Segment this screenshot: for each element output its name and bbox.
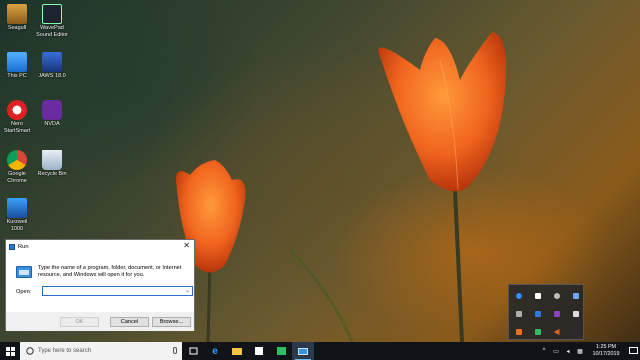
desktop-icon-nero[interactable]: Nero StartSmart bbox=[0, 100, 34, 134]
recycle-bin-icon bbox=[42, 150, 62, 170]
system-tray: ^ ▭ ◂ ▦ 1:25 PM 10/17/2019 bbox=[538, 342, 640, 360]
nvda-icon bbox=[42, 100, 62, 120]
task-view-button[interactable] bbox=[182, 342, 204, 360]
open-input[interactable] bbox=[42, 286, 193, 296]
clock-date: 10/17/2019 bbox=[592, 351, 620, 357]
store-icon bbox=[255, 347, 263, 355]
cloud-icon[interactable] bbox=[547, 287, 566, 305]
keyboard-icon[interactable]: ▦ bbox=[574, 342, 586, 360]
folder-icon bbox=[232, 347, 242, 355]
desktop-icon-wavepad[interactable]: WavePad Sound Editor bbox=[35, 4, 69, 38]
shield-icon[interactable] bbox=[528, 287, 547, 305]
action-center-button[interactable] bbox=[626, 342, 640, 360]
open-label: Open: bbox=[16, 289, 32, 295]
desktop-icon-nvda[interactable]: NVDA bbox=[35, 100, 69, 128]
edge-icon: e bbox=[212, 345, 218, 357]
chrome-icon bbox=[7, 150, 27, 170]
desktop-icon-this-pc[interactable]: This PC bbox=[0, 52, 34, 80]
network-icon[interactable]: ▭ bbox=[550, 342, 562, 360]
run-app-icon bbox=[9, 244, 15, 250]
run-taskbar-button[interactable] bbox=[292, 342, 314, 360]
dropbox-icon[interactable] bbox=[528, 305, 547, 323]
green-app-icon bbox=[276, 347, 286, 355]
run-program-icon bbox=[16, 266, 32, 278]
speaker-icon[interactable] bbox=[547, 323, 566, 341]
ok-button[interactable]: OK bbox=[60, 317, 99, 327]
run-title-bar[interactable]: Run bbox=[9, 242, 29, 252]
run-dialog: Run ✕ Type the name of a program, folder… bbox=[5, 239, 195, 331]
chevron-down-icon[interactable]: ⌄ bbox=[185, 287, 190, 294]
volume-icon[interactable]: ◂ bbox=[562, 342, 574, 360]
store-button[interactable] bbox=[248, 342, 270, 360]
desktop-icon-seagull[interactable]: Seagull bbox=[0, 4, 34, 32]
windows-logo-icon bbox=[5, 346, 15, 356]
search-box[interactable]: Type here to search bbox=[20, 342, 182, 360]
run-app-icon bbox=[298, 347, 308, 355]
monitor-icon[interactable] bbox=[566, 287, 585, 305]
nero-icon bbox=[7, 100, 27, 120]
run-description: Type the name of a program, folder, docu… bbox=[38, 265, 182, 278]
clock[interactable]: 1:25 PM 10/17/2019 bbox=[586, 344, 626, 358]
desktop-icon-chrome[interactable]: Google Chrome bbox=[0, 150, 34, 184]
cancel-button[interactable]: Cancel bbox=[110, 317, 149, 327]
microphone-icon[interactable] bbox=[173, 347, 177, 354]
desktop-icon-jaws[interactable]: JAWS 18.0 bbox=[35, 52, 69, 80]
tray-overflow-panel bbox=[508, 284, 584, 340]
box-icon[interactable] bbox=[509, 323, 528, 341]
browse-button[interactable]: Browse... bbox=[152, 317, 191, 327]
notification-icon bbox=[628, 347, 638, 354]
printer-icon[interactable] bbox=[566, 305, 585, 323]
search-placeholder: Type here to search bbox=[38, 348, 92, 354]
jaws-icon bbox=[42, 52, 62, 72]
run-title: Run bbox=[18, 244, 29, 250]
desktop-icon-recycle-bin[interactable]: Recycle Bin bbox=[35, 150, 69, 178]
green-app-icon[interactable] bbox=[528, 323, 547, 341]
taskbar: Type here to search e ^ ▭ ◂ ▦ 1:25 PM 10… bbox=[0, 342, 640, 360]
bluetooth-icon[interactable] bbox=[509, 287, 528, 305]
search-icon bbox=[26, 347, 34, 355]
document-icon[interactable] bbox=[509, 305, 528, 323]
computer-icon bbox=[7, 52, 27, 72]
chevron-up-icon[interactable]: ^ bbox=[538, 342, 550, 360]
edge-button[interactable]: e bbox=[204, 342, 226, 360]
clock-time: 1:25 PM bbox=[595, 344, 617, 350]
seagull-icon bbox=[7, 4, 27, 24]
start-button[interactable] bbox=[0, 342, 20, 360]
green-app-button[interactable] bbox=[270, 342, 292, 360]
file-explorer-button[interactable] bbox=[226, 342, 248, 360]
kurzweil-icon bbox=[7, 198, 27, 218]
nvda-icon[interactable] bbox=[547, 305, 566, 323]
task-view-icon bbox=[189, 347, 197, 355]
waveform-icon bbox=[42, 4, 62, 24]
close-button[interactable]: ✕ bbox=[183, 241, 190, 251]
desktop-icon-kurzweil[interactable]: Kurzweil 1000 bbox=[0, 198, 34, 232]
